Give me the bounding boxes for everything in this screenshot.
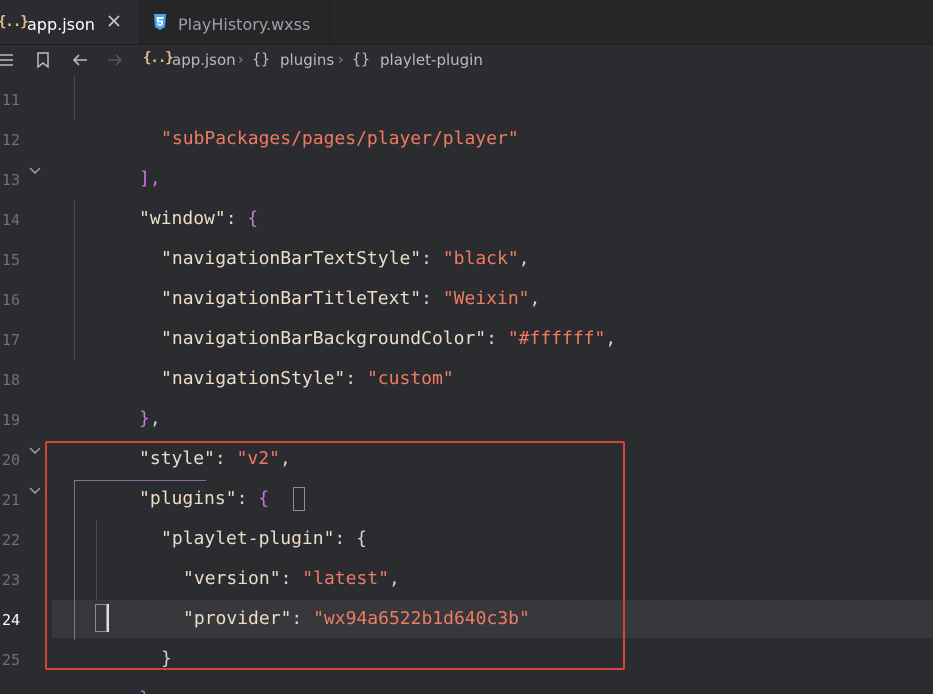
key-token: "navigationStyle"	[161, 368, 346, 389]
json-file-icon: {..}	[143, 50, 174, 66]
line-number: 13	[1, 171, 20, 189]
tab-playhistory-wxss[interactable]: PlayHistory.wxss	[139, 0, 330, 44]
object-brace-icon: {}	[352, 50, 371, 68]
code-line-14: "navigationBarTextStyle": "black",	[96, 199, 529, 269]
code-line-19: "style": "v2",	[74, 399, 291, 469]
string-token: "subPackages/pages/player/player"	[161, 128, 519, 149]
code-line-17: "navigationStyle": "custom"	[96, 319, 454, 389]
line-number: 23	[1, 571, 20, 589]
line-number: 12	[1, 131, 20, 149]
code-editor[interactable]: 11 12 13 14 15 16 17 18 19 20 21 22 23 2…	[0, 75, 933, 694]
punct-token: :	[486, 328, 508, 349]
tab-label: app.json	[27, 15, 95, 34]
tab-app-json[interactable]: {..} app.json	[0, 0, 139, 44]
close-icon[interactable]	[105, 12, 123, 30]
punct-token: ,	[150, 688, 161, 694]
line-number: 15	[1, 251, 20, 269]
css3-icon	[154, 14, 166, 30]
punct-token: :	[345, 368, 367, 389]
tab-label: PlayHistory.wxss	[178, 15, 311, 34]
line-number: 17	[1, 331, 20, 349]
code-line-15: "navigationBarTitleText": "Weixin",	[96, 239, 540, 309]
breadcrumb-bar: {..} app.json › {} plugins › {} playlet-…	[0, 45, 933, 75]
fold-chevron-icon[interactable]	[28, 166, 42, 176]
forward-arrow-icon[interactable]	[106, 51, 124, 69]
code-line-11: "subPackages/pages/player/player"	[96, 79, 519, 149]
string-token: "custom"	[366, 368, 454, 389]
fold-chevron-icon[interactable]	[28, 486, 42, 496]
line-number: 22	[1, 531, 20, 549]
chevron-right-icon: ›	[338, 52, 344, 68]
indent-guide	[74, 75, 75, 120]
bookmark-icon[interactable]	[34, 51, 52, 69]
json-file-icon: {..}	[0, 14, 29, 30]
line-number-current: 24	[1, 611, 20, 629]
tab-bar: {..} app.json PlayHistory.wxss	[0, 0, 933, 45]
punct-token: ,	[605, 328, 617, 349]
line-number: 19	[1, 411, 20, 429]
code-line-18: },	[74, 359, 161, 429]
back-arrow-icon[interactable]	[71, 51, 89, 69]
string-token: "#ffffff"	[507, 328, 606, 349]
breadcrumb-item-app-json[interactable]: app.json	[172, 51, 236, 69]
chevron-right-icon: ›	[238, 52, 244, 68]
breadcrumb-item-plugins[interactable]: plugins	[280, 51, 334, 69]
line-number: 21	[1, 491, 20, 509]
annotation-highlight-box	[45, 441, 625, 670]
code-line-16: "navigationBarBackgroundColor": "#ffffff…	[96, 279, 616, 349]
breadcrumb-item-playlet-plugin[interactable]: playlet-plugin	[380, 51, 483, 69]
code-line-12: ],	[74, 119, 161, 189]
line-number: 18	[1, 371, 20, 389]
object-brace-icon: {}	[252, 50, 271, 68]
bracket-token: }	[139, 688, 150, 694]
line-number: 20	[1, 451, 20, 469]
editor-window: {..} app.json PlayHistory.wxss {..} app.…	[0, 0, 933, 694]
line-number: 25	[1, 651, 20, 669]
line-number: 16	[1, 291, 20, 309]
line-number: 11	[1, 91, 20, 109]
code-line-13: "window": {	[74, 159, 258, 229]
hamburger-menu-icon[interactable]	[0, 51, 16, 69]
fold-chevron-icon[interactable]	[28, 446, 42, 456]
line-number: 14	[1, 211, 20, 229]
